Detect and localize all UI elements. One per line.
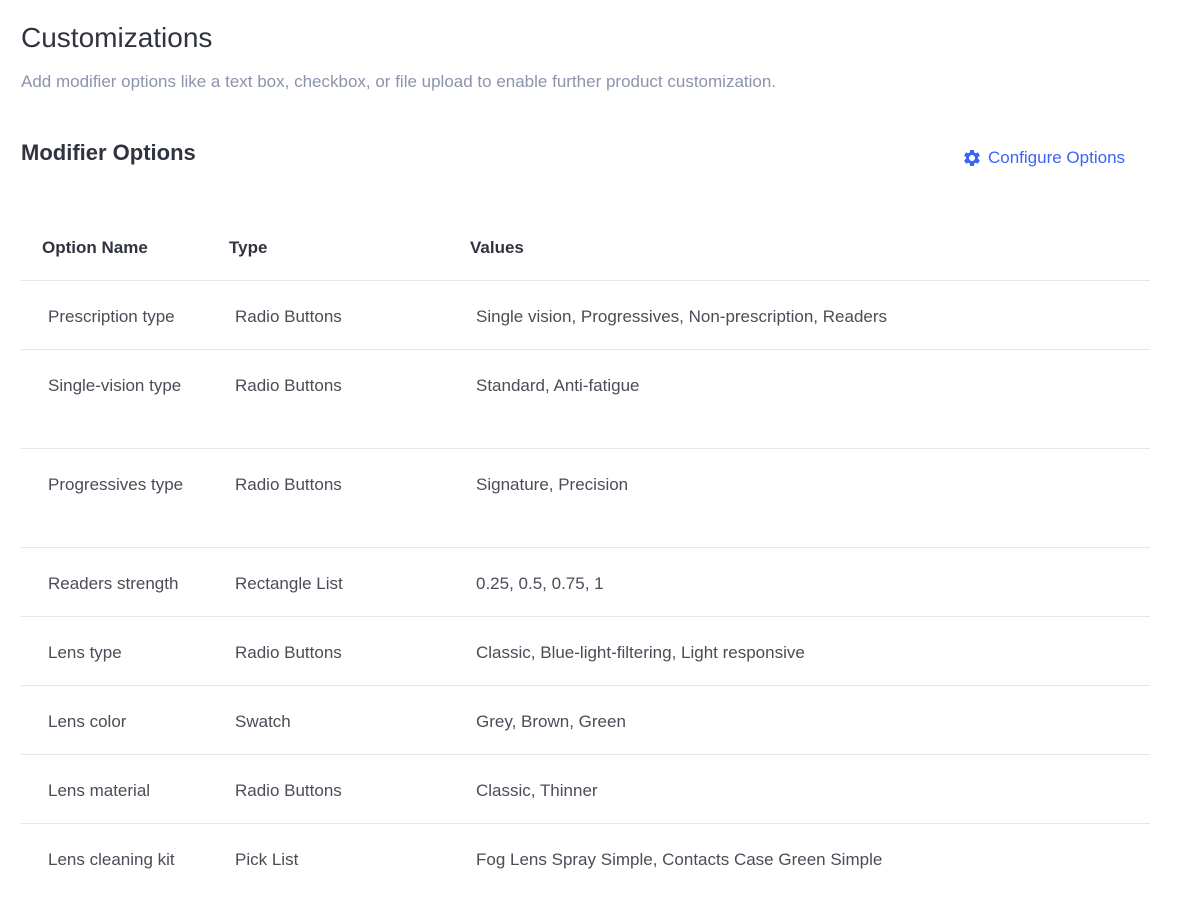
table-row: Single-vision type Radio Buttons Standar…: [21, 350, 1150, 449]
table-row: Progressives type Radio Buttons Signatur…: [21, 449, 1150, 548]
table-row: Prescription type Radio Buttons Single v…: [21, 281, 1150, 350]
option-values-cell: Grey, Brown, Green: [476, 712, 626, 731]
modifier-options-table: Option Name Type Values Prescription typ…: [21, 214, 1150, 892]
table-row: Readers strength Rectangle List 0.25, 0.…: [21, 548, 1150, 617]
page-description: Add modifier options like a text box, ch…: [21, 72, 777, 91]
column-header-option-name: Option Name: [42, 238, 148, 257]
option-type-cell: Radio Buttons: [235, 376, 342, 395]
option-name-cell: Readers strength: [48, 574, 179, 593]
option-type-cell: Radio Buttons: [235, 307, 342, 326]
option-name-cell: Prescription type: [48, 307, 175, 326]
table-row: Lens type Radio Buttons Classic, Blue-li…: [21, 617, 1150, 686]
option-type-cell: Rectangle List: [235, 574, 343, 593]
option-type-cell: Radio Buttons: [235, 643, 342, 662]
option-type-cell: Radio Buttons: [235, 781, 342, 800]
option-name-cell: Single-vision type: [48, 376, 182, 395]
option-name-cell: Lens type: [48, 643, 122, 662]
table-row: Lens cleaning kit Pick List Fog Lens Spr…: [21, 824, 1150, 892]
option-type-cell: Swatch: [235, 712, 291, 731]
option-values-cell: Single vision, Progressives, Non-prescri…: [476, 307, 888, 326]
option-type-cell: Pick List: [235, 850, 299, 869]
option-values-cell: Standard, Anti-fatigue: [476, 376, 640, 395]
section-title: Modifier Options: [21, 140, 196, 165]
option-values-cell: Classic, Thinner: [476, 781, 598, 800]
option-values-cell: 0.25, 0.5, 0.75, 1: [476, 574, 604, 593]
configure-options-label: Configure Options: [988, 148, 1126, 167]
option-name-cell: Lens color: [48, 712, 127, 731]
configure-options-button[interactable]: Configure Options: [962, 146, 1125, 170]
page-title: Customizations: [21, 22, 213, 53]
column-header-type: Type: [229, 238, 268, 257]
option-name-cell: Lens cleaning kit: [48, 850, 175, 869]
option-values-cell: Signature, Precision: [476, 475, 629, 494]
option-values-cell: Classic, Blue-light-filtering, Light res…: [476, 643, 805, 662]
column-header-values: Values: [470, 238, 524, 257]
table-row: Lens color Swatch Grey, Brown, Green: [21, 686, 1150, 755]
option-values-cell: Fog Lens Spray Simple, Contacts Case Gre…: [476, 850, 883, 869]
option-name-cell: Progressives type: [48, 475, 184, 494]
option-name-cell: Lens material: [48, 781, 151, 800]
table-row: Lens material Radio Buttons Classic, Thi…: [21, 755, 1150, 824]
option-type-cell: Radio Buttons: [235, 475, 342, 494]
table-header: Option Name Type Values: [21, 214, 1150, 281]
gear-icon: [964, 150, 980, 166]
